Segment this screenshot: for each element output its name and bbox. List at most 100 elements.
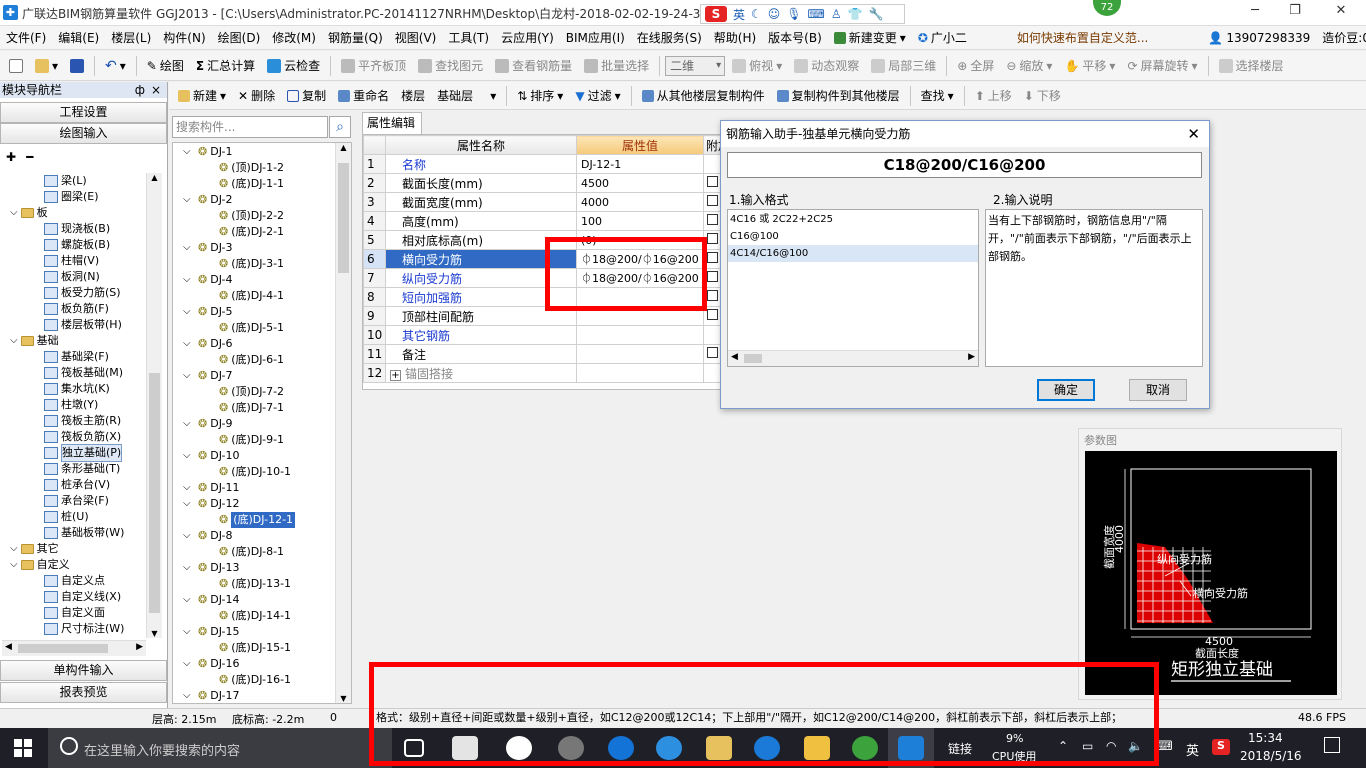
component-item[interactable]: ⌵ ❂ DJ-5 (183, 304, 233, 320)
component-item[interactable]: ⌵ ❂ DJ-3 (183, 240, 233, 256)
component-item[interactable]: ⌵ ❂ DJ-13 (183, 560, 240, 576)
draw-button[interactable]: ✎ 绘图 (142, 53, 189, 79)
property-name[interactable]: 备注 (385, 344, 577, 364)
nav-tree-item[interactable]: 基础板带(W) (6, 525, 146, 541)
action-center-icon[interactable] (1324, 737, 1340, 753)
undo-button[interactable]: ↶ ▾ (100, 53, 131, 79)
component-item[interactable]: ⌵ ❂ DJ-17 (183, 688, 240, 703)
nav-tree-item[interactable]: 螺旋板(B) (6, 237, 146, 253)
smile-icon[interactable]: ☺ (768, 7, 781, 21)
nav-tree-item[interactable]: ⌵ 板 (6, 205, 146, 221)
format-hscroll-thumb[interactable] (744, 354, 762, 363)
cloud-check-button[interactable]: 云检查 (262, 53, 325, 79)
expand-all-icon[interactable]: ✚ (6, 150, 16, 164)
nav-tree-item[interactable]: 筏板基础(M) (6, 365, 146, 381)
ime-lang[interactable]: 英 (733, 6, 745, 23)
component-item[interactable]: ⌵ ❂ DJ-16 (183, 656, 240, 672)
nav-scroll-thumb[interactable] (149, 373, 160, 613)
taskbar-search[interactable]: 在这里输入你要搜索的内容 (48, 728, 392, 768)
component-item[interactable]: ❂ (底)DJ-6-1 (219, 352, 284, 368)
menu-item[interactable]: BIM应用(I) (560, 26, 631, 50)
menu-item[interactable]: 文件(F) (0, 26, 52, 50)
scroll-left-icon[interactable]: ◀ (5, 642, 12, 652)
expand-chevron-icon[interactable]: ⌵ (183, 336, 195, 352)
component-item[interactable]: ❂ (底)DJ-16-1 (219, 672, 291, 688)
assistant-menu[interactable]: ✪ 广小二 (912, 26, 973, 50)
component-item[interactable]: ❂ (底)DJ-1-1 (219, 176, 284, 192)
new-change-menu[interactable]: 新建变更 ▾ (828, 26, 912, 50)
component-item[interactable]: ❂ (底)DJ-8-1 (219, 544, 284, 560)
nav-tree-item[interactable]: 基础梁(F) (6, 349, 146, 365)
zoom-button[interactable]: ⊖ 缩放 ▾ (1001, 53, 1057, 79)
component-item[interactable]: ❂ (底)DJ-15-1 (219, 640, 291, 656)
expand-chevron-icon[interactable]: ⌵ (183, 480, 195, 496)
nav-tree-item[interactable]: 板受力筋(S) (6, 285, 146, 301)
report-preview-button[interactable]: 报表预览 (0, 682, 167, 703)
format-hscrollbar[interactable]: ◀ ▶ (728, 350, 978, 366)
property-row[interactable]: 1 名称 DJ-12-1 (363, 154, 725, 174)
shirt-icon[interactable]: 👕 (848, 7, 863, 21)
wrench-icon[interactable]: 🔧 (869, 7, 884, 21)
close-icon[interactable]: × (151, 82, 161, 98)
scroll-right-icon[interactable]: ▶ (136, 642, 143, 652)
component-item[interactable]: ⌵ ❂ DJ-15 (183, 624, 240, 640)
nav-tree-item[interactable]: 板负筋(F) (6, 301, 146, 317)
find-element-button[interactable]: 查找图元 (413, 53, 488, 79)
nav-tree-item[interactable]: 自定义线(X) (6, 589, 146, 605)
nav-tree-item[interactable]: 自定义面 (6, 605, 146, 621)
nav-tree-item[interactable]: 自定义点 (6, 573, 146, 589)
nav-tree-item[interactable]: 尺寸标注(W) (6, 621, 146, 637)
property-value[interactable]: 100 (576, 211, 704, 231)
expand-chevron-icon[interactable]: ⌵ (183, 624, 195, 640)
search-button[interactable]: ⌕ (329, 116, 351, 138)
menu-item[interactable]: 在线服务(S) (631, 26, 708, 50)
nav-tree-item[interactable]: 现浇板(B) (6, 221, 146, 237)
component-scroll-thumb[interactable] (338, 163, 349, 273)
view-mode-select[interactable]: 二维 (665, 55, 726, 76)
nav-tree-item[interactable]: 楼层板带(H) (6, 317, 146, 333)
component-item[interactable]: ⌵ ❂ DJ-7 (183, 368, 233, 384)
extra-checkbox[interactable] (707, 252, 718, 263)
component-item[interactable]: ⌵ ❂ DJ-10 (183, 448, 240, 464)
property-name[interactable]: + 锚固搭接 (385, 363, 577, 383)
new-component-button[interactable]: 新建 ▾ (173, 83, 231, 109)
property-row[interactable]: 10 其它钢筋 (363, 325, 725, 345)
close-button[interactable]: ✕ (1326, 3, 1356, 21)
expand-chevron-icon[interactable]: ⌵ (183, 144, 195, 160)
price-beans[interactable]: 造价豆:0 (1316, 26, 1366, 50)
pan-button[interactable]: ✋ 平移 ▾ (1059, 53, 1120, 79)
component-item[interactable]: ❂ (底)DJ-5-1 (219, 320, 284, 336)
moon-icon[interactable]: ☾ (751, 7, 762, 21)
component-item[interactable]: ⌵ ❂ DJ-4 (183, 272, 233, 288)
property-row[interactable]: 4 高度(mm) 100 (363, 211, 725, 231)
extra-checkbox[interactable] (707, 271, 718, 282)
expand-chevron-icon[interactable]: ⌵ (183, 528, 195, 544)
mic-icon[interactable]: 🎙 (786, 7, 801, 21)
cancel-button[interactable]: 取消 (1129, 379, 1187, 401)
nav-tree-item[interactable]: 集水坑(K) (6, 381, 146, 397)
collapse-all-icon[interactable]: ━ (26, 150, 33, 164)
person-icon[interactable]: ♙ (831, 7, 842, 21)
component-scrollbar[interactable]: ▲ ▼ (335, 143, 351, 703)
delete-button[interactable]: ✕ 删除 (233, 83, 280, 109)
component-item[interactable]: ⌵ ❂ DJ-11 (183, 480, 240, 496)
flat-board-button[interactable]: 平齐板顶 (336, 53, 411, 79)
component-item[interactable]: ❂ (顶)DJ-7-2 (219, 384, 284, 400)
format-item[interactable]: 4C14/C16@100 (728, 245, 978, 262)
expand-chevron-icon[interactable]: ⌵ (183, 416, 195, 432)
component-item[interactable]: ❂ (底)DJ-14-1 (219, 608, 291, 624)
component-item[interactable]: ⌵ ❂ DJ-12 (183, 496, 240, 512)
component-item[interactable]: ❂ (底)DJ-13-1 (219, 576, 291, 592)
expand-chevron-icon[interactable]: ⌵ (10, 333, 18, 349)
input-lang[interactable]: 英 (1186, 740, 1199, 759)
expand-plus-icon[interactable]: + (390, 369, 401, 381)
expand-chevron-icon[interactable]: ⌵ (183, 656, 195, 672)
property-name[interactable]: 名称 (385, 154, 577, 174)
nav-tree-item[interactable]: 柱帽(V) (6, 253, 146, 269)
sogou-logo-icon[interactable]: S (705, 6, 727, 22)
save-button[interactable] (65, 58, 89, 73)
nav-tree-item[interactable]: 承台梁(F) (6, 493, 146, 509)
property-value[interactable] (576, 344, 704, 364)
menu-item[interactable]: 版本号(B) (762, 26, 828, 50)
extra-checkbox[interactable] (707, 290, 718, 301)
